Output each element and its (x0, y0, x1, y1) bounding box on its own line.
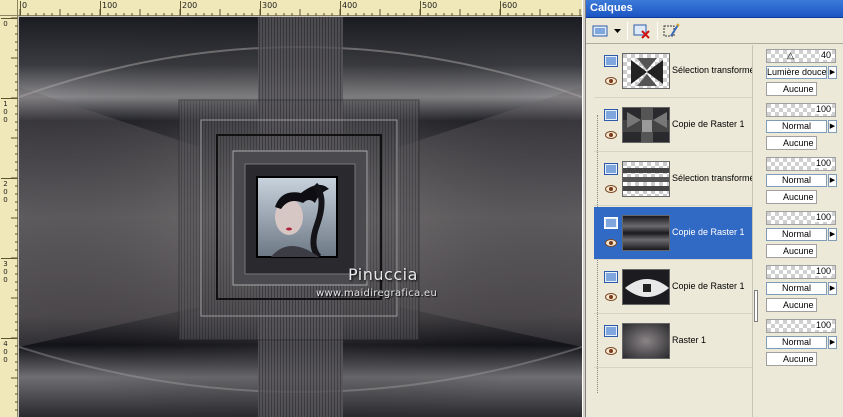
layer-name: Sélection transformée (672, 65, 752, 75)
layer-name: Copie de Raster 1 (672, 281, 745, 291)
delete-layer-button[interactable] (631, 21, 653, 41)
raster-layer-icon (604, 55, 618, 67)
raster-layer-icon (604, 217, 618, 229)
raster-layer-icon (604, 163, 618, 175)
artwork-canvas[interactable]: Pinuccia www.maidiregrafica.eu (19, 17, 582, 417)
ruler-minor-ticks (11, 17, 18, 411)
layer-name: Sélection transformée (672, 173, 752, 183)
layer-props-row: 100 Normal ▶ Aucune (764, 99, 843, 153)
blend-mode-arrow-icon[interactable]: ▶ (828, 282, 837, 295)
layers-panel: Calques Sélection transformée Copie de R… (586, 0, 843, 417)
blend-mode-select[interactable]: Normal (766, 336, 827, 349)
layer-name: Copie de Raster 1 (672, 119, 745, 129)
mask-field[interactable]: Aucune (766, 352, 817, 366)
opacity-value: 100 (814, 266, 832, 276)
layer-name: Copie de Raster 1 (672, 227, 745, 237)
mask-field[interactable]: Aucune (766, 136, 817, 150)
layer-props-row: 100 Normal ▶ Aucune (764, 207, 843, 261)
artwork-graphic (19, 17, 582, 417)
dropdown-arrow-icon (613, 28, 621, 33)
panel-toolbar (586, 18, 843, 44)
delete-layer-icon (633, 24, 650, 39)
opacity-slider[interactable]: 100 (766, 211, 836, 225)
eye-icon[interactable] (605, 77, 617, 85)
blend-mode-select[interactable]: Normal (766, 282, 827, 295)
scrollbar-thumb[interactable] (754, 290, 758, 322)
new-raster-layer-icon (592, 25, 608, 37)
raster-layer-icon (604, 325, 618, 337)
blend-mode-select[interactable]: Normal (766, 120, 827, 133)
opacity-value: 100 (814, 104, 832, 114)
layer-properties-icon (663, 23, 680, 37)
layers-list: Sélection transformée Copie de Raster 1 … (594, 45, 760, 417)
opacity-slider[interactable]: 100 (766, 157, 836, 171)
layer-properties-column: △ 40 Lumière douce ▶ Aucune 100 Normal ▶… (764, 45, 843, 417)
opacity-slider[interactable]: △ 40 (766, 49, 836, 63)
layer-props-row: 100 Normal ▶ Aucune (764, 153, 843, 207)
new-layer-dropdown[interactable] (612, 21, 622, 41)
opacity-value: 100 (814, 320, 832, 330)
canvas-area: 0 100 200 300 400 500 600 0 1 0 0 2 0 0 … (0, 0, 582, 417)
opacity-marker-icon: △ (787, 50, 794, 60)
eye-icon[interactable] (605, 293, 617, 301)
ruler-minor-ticks (19, 9, 581, 16)
layer-name: Raster 1 (672, 335, 707, 345)
opacity-slider[interactable]: 100 (766, 265, 836, 279)
opacity-value: 100 (814, 212, 832, 222)
raster-layer-icon (604, 109, 618, 121)
opacity-value: 40 (819, 50, 832, 60)
layer-thumbnail (622, 215, 670, 251)
blend-mode-arrow-icon[interactable]: ▶ (828, 336, 837, 349)
layer-row[interactable]: Copie de Raster 1 (594, 99, 752, 152)
panel-title: Calques (586, 0, 843, 18)
mask-field[interactable]: Aucune (766, 190, 817, 204)
eye-icon[interactable] (605, 131, 617, 139)
new-raster-layer-button[interactable] (590, 21, 612, 41)
mask-field[interactable]: Aucune (766, 298, 817, 312)
layer-properties-button[interactable] (661, 21, 683, 41)
ruler-corner (0, 0, 18, 16)
mask-field[interactable]: Aucune (766, 244, 817, 258)
layer-thumbnail (622, 161, 670, 197)
opacity-slider[interactable]: 100 (766, 319, 836, 333)
layer-thumbnail (622, 269, 670, 305)
blend-mode-arrow-icon[interactable]: ▶ (828, 174, 837, 187)
blend-mode-select[interactable]: Normal (766, 174, 827, 187)
signature-text: Pinuccia (348, 265, 418, 284)
eye-icon[interactable] (605, 185, 617, 193)
layer-row[interactable]: Copie de Raster 1 (594, 261, 752, 314)
horizontal-ruler: 0 100 200 300 400 500 600 (18, 0, 582, 16)
layer-row-selected[interactable]: Copie de Raster 1 (594, 207, 752, 260)
blend-mode-arrow-icon[interactable]: ▶ (828, 228, 837, 241)
eye-icon[interactable] (605, 239, 617, 247)
opacity-value: 100 (814, 158, 832, 168)
blend-mode-arrow-icon[interactable]: ▶ (828, 120, 837, 133)
layer-row[interactable]: Sélection transformée (594, 45, 752, 98)
layer-thumbnail (622, 323, 670, 359)
layer-row[interactable]: Sélection transformée (594, 153, 752, 206)
blend-mode-select[interactable]: Lumière douce (766, 66, 827, 79)
toolbar-separator (657, 22, 658, 40)
blend-mode-arrow-icon[interactable]: ▶ (828, 66, 837, 79)
layers-scrollbar[interactable] (752, 45, 758, 417)
toolbar-separator (627, 22, 628, 40)
layer-props-row: 100 Normal ▶ Aucune (764, 261, 843, 315)
signature-url: www.maidiregrafica.eu (316, 288, 438, 299)
layer-thumbnail (622, 53, 670, 89)
layer-thumbnail (622, 107, 670, 143)
blend-mode-select[interactable]: Normal (766, 228, 827, 241)
eye-icon[interactable] (605, 347, 617, 355)
layer-props-row: 100 Normal ▶ Aucune (764, 315, 843, 369)
mask-field[interactable]: Aucune (766, 82, 817, 96)
raster-layer-icon (604, 271, 618, 283)
layer-row[interactable]: Raster 1 (594, 315, 752, 368)
vertical-ruler: 0 1 0 0 2 0 0 3 0 0 4 0 0 (0, 16, 18, 417)
layer-props-row: △ 40 Lumière douce ▶ Aucune (764, 45, 843, 99)
opacity-slider[interactable]: 100 (766, 103, 836, 117)
